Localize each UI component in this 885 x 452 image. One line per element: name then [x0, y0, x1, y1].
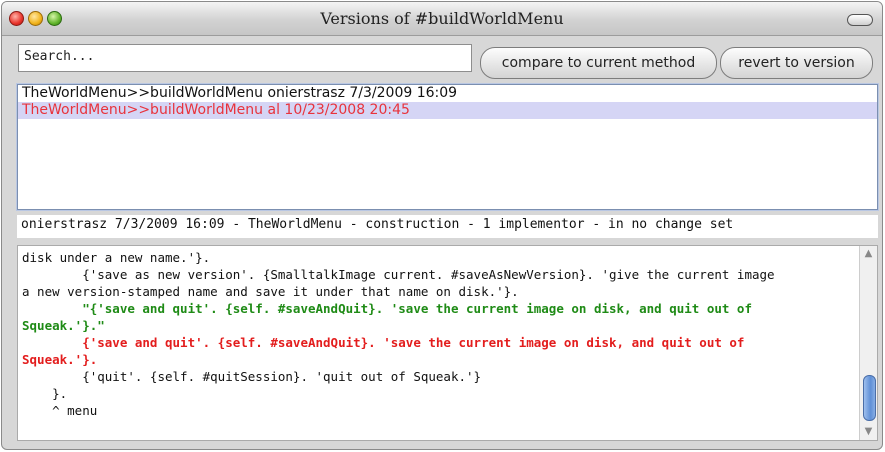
version-list[interactable]: TheWorldMenu>>buildWorldMenu onierstrasz…: [17, 84, 878, 210]
scroll-down-arrow-icon[interactable]: ▼: [860, 425, 877, 439]
compare-to-current-method-button[interactable]: compare to current method: [480, 47, 717, 79]
title-bar[interactable]: Versions of #buildWorldMenu: [2, 2, 882, 36]
code-line: ^ menu: [22, 403, 98, 418]
code-diff-pane[interactable]: disk under a new name.'}. {'save as new …: [17, 245, 878, 441]
code-line-removed: {'save and quit'. {self. #saveAndQuit}. …: [22, 335, 745, 350]
version-item-selected[interactable]: TheWorldMenu>>buildWorldMenu al 10/23/20…: [18, 102, 877, 119]
version-item[interactable]: TheWorldMenu>>buildWorldMenu onierstrasz…: [18, 85, 877, 102]
search-input[interactable]: Search...: [18, 44, 472, 72]
scroll-thumb[interactable]: [863, 375, 876, 421]
versions-window: Versions of #buildWorldMenu Search... co…: [1, 1, 883, 450]
code-line: a new version-stamped name and save it u…: [22, 284, 519, 299]
revert-to-version-button[interactable]: revert to version: [720, 47, 873, 79]
scroll-up-arrow-icon[interactable]: ▲: [860, 247, 877, 261]
code-line: {'save as new version'. {SmalltalkImage …: [22, 267, 775, 282]
code-line: }.: [22, 386, 68, 401]
code-line: {'quit'. {self. #quitSession}. 'quit out…: [22, 369, 482, 384]
code-line-added: Squeak.'}.": [22, 318, 105, 333]
code-line-added: "{'save and quit'. {self. #saveAndQuit}.…: [22, 301, 752, 316]
vertical-scrollbar[interactable]: ▲ ▼: [859, 246, 877, 440]
code-line: disk under a new name.'}.: [22, 250, 211, 265]
collapse-icon[interactable]: [847, 14, 873, 26]
method-info-line: onierstrasz 7/3/2009 16:09 - TheWorldMen…: [17, 215, 878, 238]
code-text[interactable]: disk under a new name.'}. {'save as new …: [22, 249, 853, 419]
code-line-removed: Squeak.'}.: [22, 352, 98, 367]
window-title: Versions of #buildWorldMenu: [320, 9, 564, 28]
